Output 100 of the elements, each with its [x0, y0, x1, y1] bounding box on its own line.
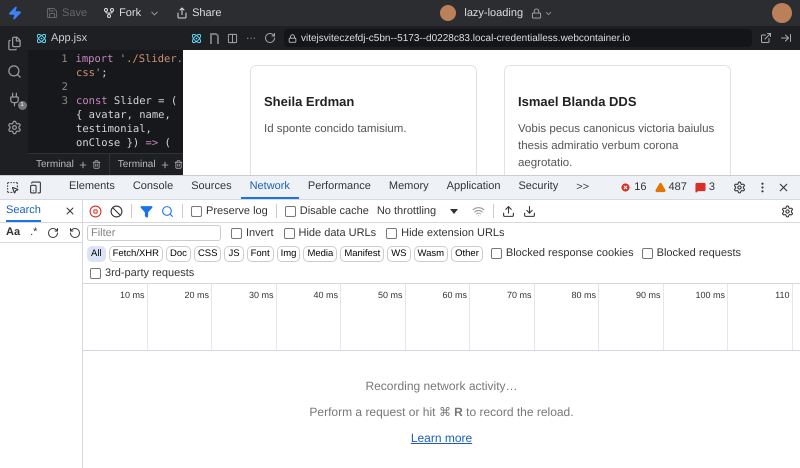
trash-icon[interactable]: [174, 160, 183, 169]
device-toolbar-icon[interactable]: [29, 181, 42, 194]
clear-icon[interactable]: [110, 204, 123, 218]
learn-more-link[interactable]: Learn more: [410, 429, 472, 447]
files-icon[interactable]: [6, 36, 22, 51]
line-number: 1: [61, 53, 68, 65]
timeline-tick: 70 ms: [506, 289, 532, 302]
checkbox[interactable]: 3rd-party requests: [90, 265, 194, 282]
lock-icon: [288, 34, 297, 42]
arrow-to-line-icon[interactable]: [780, 32, 792, 44]
timeline-tick: 30 ms: [248, 289, 274, 302]
devtools-tab[interactable]: Application: [438, 176, 510, 199]
type-filter-chip[interactable]: Fetch/XHR: [108, 246, 164, 262]
checkbox[interactable]: Blocked response cookies: [490, 245, 634, 262]
share-icon: [176, 7, 188, 19]
share-button[interactable]: Share: [176, 4, 222, 22]
code-line: const Slider = (: [76, 94, 178, 108]
devtools-tab[interactable]: Security: [509, 176, 568, 199]
search-icon[interactable]: [6, 64, 22, 79]
external-link-icon[interactable]: [760, 32, 772, 44]
plus-icon[interactable]: [160, 160, 170, 170]
throttling-select[interactable]: No throttling: [376, 202, 458, 220]
checkbox[interactable]: Preserve log: [191, 202, 268, 220]
timeline-tick: 100 ms: [695, 289, 725, 302]
regex-button[interactable]: .*: [30, 224, 38, 241]
more-button[interactable]: ···: [246, 30, 256, 46]
record-icon[interactable]: [89, 204, 102, 218]
checkbox[interactable]: Invert: [231, 224, 274, 242]
terminal-tab[interactable]: Terminal: [118, 157, 156, 172]
type-filter-chip[interactable]: WS: [387, 246, 411, 262]
warning-count[interactable]: 487: [668, 179, 687, 196]
lock-icon[interactable]: [531, 8, 542, 18]
type-filter-chip[interactable]: JS: [224, 246, 244, 262]
timeline-tick: 80 ms: [571, 289, 596, 302]
card-name: Sheila Erdman: [264, 93, 356, 111]
upload-icon[interactable]: [502, 204, 516, 218]
type-filter-chip[interactable]: All: [87, 246, 106, 262]
cancel-icon[interactable]: [69, 226, 82, 238]
code-line: { avatar, name,: [76, 108, 171, 122]
timeline-tick: 10 ms: [120, 289, 144, 302]
wifi-icon[interactable]: [472, 204, 486, 218]
fork-icon: [103, 7, 116, 19]
search-icon[interactable]: [161, 204, 174, 218]
type-filter-chip[interactable]: Doc: [166, 246, 191, 262]
fork-button[interactable]: Fork: [103, 4, 142, 22]
type-filter-chip[interactable]: Font: [246, 246, 274, 262]
atom-icon: [36, 32, 47, 44]
terminal-tab[interactable]: Terminal: [36, 157, 74, 172]
checkbox[interactable]: Hide data URLs: [284, 224, 376, 242]
checkbox[interactable]: Blocked requests: [642, 245, 742, 262]
split-view-icon[interactable]: [227, 32, 238, 44]
devtools-tab[interactable]: Elements: [60, 176, 124, 199]
atom-icon[interactable]: [191, 32, 202, 44]
timeline-tick: 110: [775, 289, 790, 302]
settings-icon[interactable]: [733, 181, 746, 194]
filter-icon[interactable]: [140, 204, 153, 218]
match-case-button[interactable]: Aa: [6, 224, 20, 241]
close-icon[interactable]: [64, 205, 76, 217]
avatar[interactable]: [772, 3, 792, 23]
download-icon[interactable]: [523, 204, 536, 218]
devtools-tab[interactable]: Memory: [380, 176, 438, 199]
devtools-tab[interactable]: Network: [240, 176, 299, 199]
avatar[interactable]: [440, 5, 456, 21]
reload-icon[interactable]: [264, 32, 276, 44]
type-filter-chip[interactable]: CSS: [194, 246, 222, 262]
issue-count[interactable]: 3: [708, 179, 715, 196]
timeline-tick: 40 ms: [313, 289, 338, 302]
close-icon[interactable]: [777, 181, 790, 194]
devtools-tab[interactable]: Performance: [298, 176, 380, 199]
type-filter-chip[interactable]: Media: [303, 246, 338, 262]
inspect-icon[interactable]: [6, 181, 19, 194]
checkbox[interactable]: Disable cache: [284, 202, 369, 220]
filter-field[interactable]: Filter: [87, 225, 221, 241]
project-name[interactable]: lazy-loading: [464, 4, 524, 22]
card-text: Id sponte concido tamisium.: [264, 122, 408, 136]
devtools-tab[interactable]: Console: [124, 176, 182, 199]
trash-icon[interactable]: [92, 160, 101, 169]
error-icon: [620, 182, 632, 193]
search-tab[interactable]: Search: [6, 200, 41, 222]
type-filter-chip[interactable]: Wasm: [414, 246, 448, 262]
line-number: 2: [62, 81, 68, 93]
code-line: testimonial,: [76, 122, 152, 136]
plus-icon[interactable]: [78, 160, 88, 170]
checkbox[interactable]: Hide extension URLs: [386, 224, 505, 242]
settings-icon[interactable]: [781, 204, 794, 218]
type-filter-chip[interactable]: Other: [451, 246, 483, 262]
bolt-logo-icon[interactable]: [8, 6, 22, 20]
error-count[interactable]: 16: [634, 179, 647, 196]
url-field[interactable]: vitejsviteczefdj-c5bn--5173--d0228c83.local-credentialless.webcontainer.io: [284, 29, 752, 47]
timeline-tick: 20 ms: [184, 289, 209, 302]
refresh-icon[interactable]: [47, 226, 60, 238]
settings-icon[interactable]: [6, 120, 22, 135]
more-tabs-button[interactable]: >>: [567, 176, 598, 199]
code-line: import './Slider.: [76, 52, 183, 66]
type-filter-chip[interactable]: Img: [276, 246, 300, 262]
line-number: 3: [62, 95, 68, 107]
issue-icon: [694, 182, 706, 193]
type-filter-chip[interactable]: Manifest: [340, 246, 384, 262]
timeline-tick: 60 ms: [442, 289, 467, 302]
devtools-tab[interactable]: Sources: [182, 176, 241, 199]
